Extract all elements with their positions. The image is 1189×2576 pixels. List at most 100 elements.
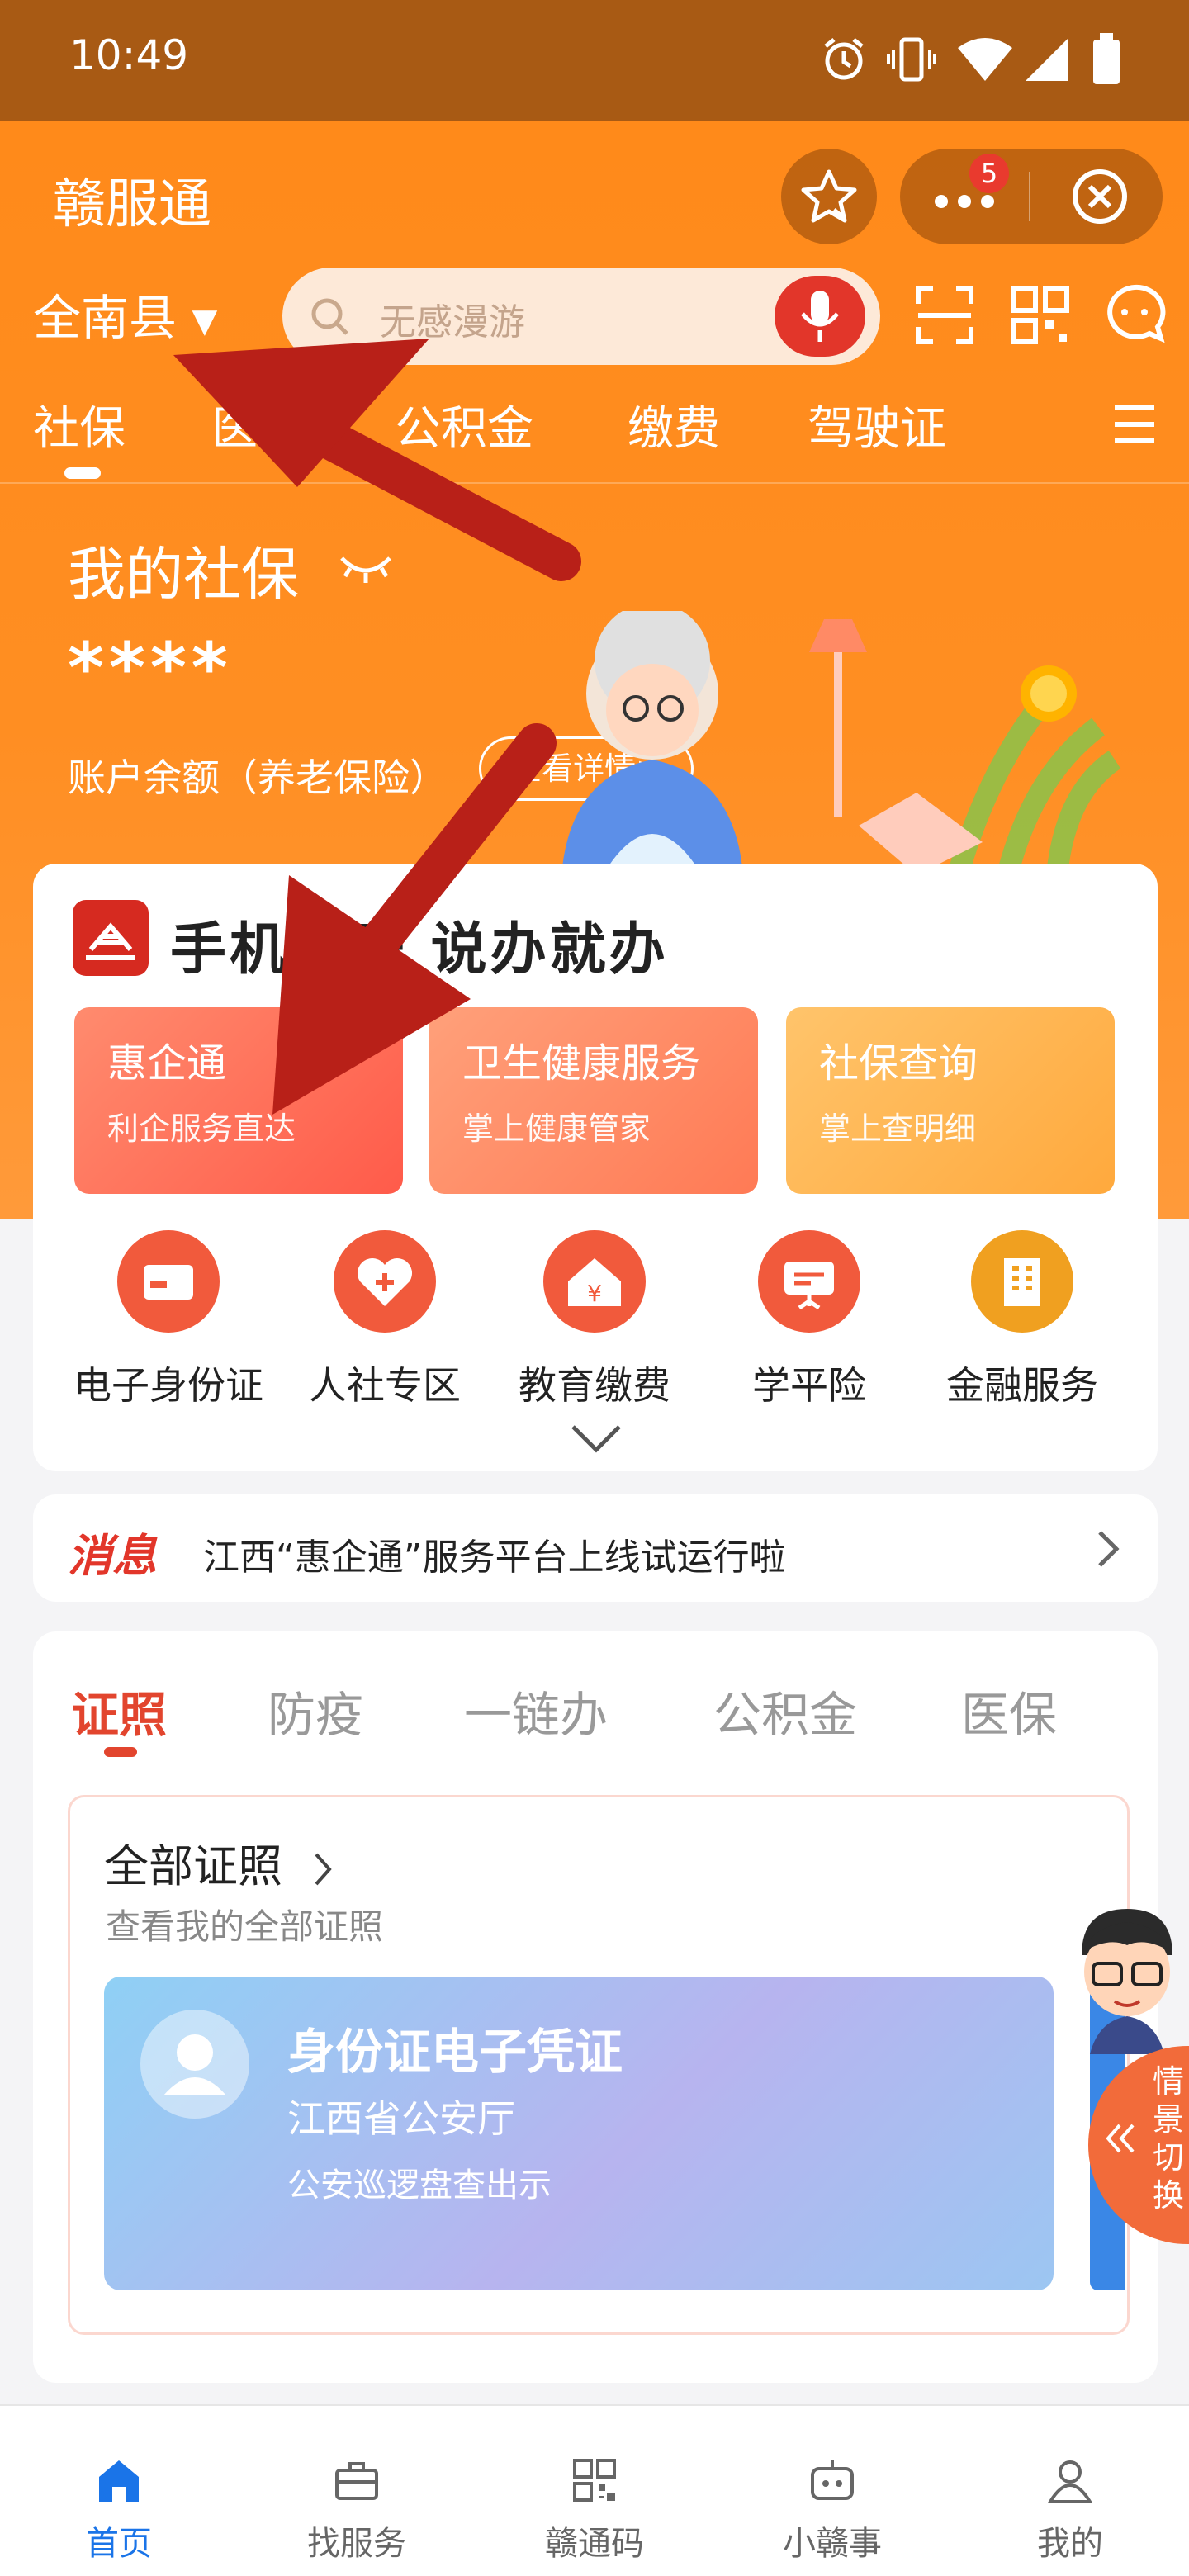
- close-icon: [1073, 169, 1127, 224]
- chat-bubble-icon: [1107, 284, 1166, 343]
- location-label: 全南县: [33, 290, 178, 346]
- gov-logo: [73, 900, 149, 976]
- microphone-icon: [801, 291, 839, 342]
- credential-issuer: 江西省公安厅: [287, 2096, 515, 2141]
- tab-medical-2[interactable]: 医保: [961, 1676, 1057, 1745]
- credential-note: 公安巡逻盘查出示: [287, 2166, 552, 2204]
- hide-eye-icon[interactable]: [339, 552, 393, 585]
- quick-item-education[interactable]: ¥ 教育缴费: [479, 1230, 710, 1410]
- nav-label: 首页: [86, 2525, 152, 2563]
- tab-one-chain[interactable]: 一链办: [464, 1676, 608, 1745]
- tab-medical-insurance[interactable]: 医保: [211, 391, 304, 458]
- search-placeholder: 无感漫游: [380, 301, 525, 343]
- robot-icon: [808, 2455, 857, 2505]
- mini-program-capsule: [900, 149, 1163, 244]
- chevron-down-icon: [571, 1425, 621, 1453]
- slogan: 手机一开 说办就办: [170, 917, 669, 983]
- building-icon: [971, 1230, 1073, 1333]
- hero-illustration: [512, 611, 1139, 875]
- status-bar: 10:49: [0, 0, 1189, 121]
- close-button[interactable]: [1070, 167, 1130, 226]
- tab-epidemic[interactable]: 防疫: [268, 1676, 363, 1745]
- notification-badge: 5: [969, 154, 1009, 193]
- service-tile-social-query[interactable]: 社保查询 掌上查明细: [786, 1007, 1115, 1194]
- nav-gantong-code[interactable]: 赣通码: [476, 2406, 713, 2576]
- briefcase-icon: [332, 2455, 381, 2505]
- double-chevron-left-icon: [1101, 2120, 1138, 2157]
- quick-item-label: 学平险: [752, 1363, 866, 1408]
- scan-button[interactable]: [915, 286, 974, 345]
- quick-item-label: 教育缴费: [519, 1363, 670, 1408]
- wifi-icon: [956, 36, 1014, 83]
- tab-housing-fund[interactable]: 公积金: [395, 391, 533, 458]
- quick-item-label: 金融服务: [946, 1363, 1098, 1408]
- id-card-credential[interactable]: 身份证电子凭证 江西省公安厅 公安巡逻盘查出示: [104, 1977, 1054, 2290]
- menu-button[interactable]: [1111, 403, 1158, 446]
- expand-button[interactable]: [570, 1422, 623, 1455]
- voice-search-button[interactable]: [775, 276, 865, 357]
- service-subtitle: 掌上查明细: [819, 1110, 977, 1147]
- credential-title: 身份证电子凭证: [287, 2024, 623, 2080]
- cert-tab-indicator: [104, 1747, 137, 1757]
- tab-divider: [0, 482, 1189, 484]
- quick-item-eid[interactable]: 电子身份证: [53, 1230, 284, 1410]
- tab-payment[interactable]: 缴费: [628, 391, 720, 458]
- bottom-navigation: 首页 找服务 赣通码 小赣事 我的: [0, 2404, 1189, 2576]
- notice-tag: 消息: [68, 1530, 157, 1582]
- star-icon: [801, 169, 857, 223]
- nav-label: 找服务: [307, 2525, 406, 2563]
- balance-masked: ****: [68, 627, 233, 708]
- yuan-house-icon: ¥: [543, 1230, 646, 1333]
- location-selector[interactable]: 全南县 ▼: [33, 279, 217, 348]
- assistant-avatar[interactable]: [1065, 1906, 1189, 2054]
- presentation-icon: [758, 1230, 860, 1333]
- favorite-button[interactable]: [781, 149, 877, 244]
- id-card-icon: [117, 1230, 220, 1333]
- qr-button[interactable]: [1011, 286, 1070, 345]
- capsule-divider: [1029, 172, 1030, 221]
- quick-item-label: 人社专区: [309, 1363, 461, 1408]
- balance-label: 账户余额（养老保险）: [68, 755, 448, 800]
- hero-title: 我的社保: [68, 541, 299, 608]
- nav-find-service[interactable]: 找服务: [238, 2406, 476, 2576]
- user-avatar-icon: [140, 2010, 249, 2119]
- quick-item-label: 电子身份证: [73, 1363, 263, 1408]
- status-time: 10:49: [69, 31, 189, 79]
- signal-icon: [1024, 36, 1070, 83]
- tab-social-security[interactable]: 社保: [33, 391, 126, 458]
- tab-active-indicator: [64, 467, 101, 479]
- svg-text:¥: ¥: [587, 1280, 602, 1307]
- chat-button[interactable]: [1103, 282, 1166, 345]
- qr-code-icon: [1011, 286, 1069, 344]
- nav-mine[interactable]: 我的: [951, 2406, 1189, 2576]
- service-subtitle: 掌上健康管家: [462, 1110, 651, 1147]
- user-icon: [1045, 2455, 1095, 2505]
- tab-driver-license[interactable]: 驾驶证: [808, 391, 946, 458]
- qr-code-icon: [570, 2455, 619, 2505]
- all-certificates-link[interactable]: 全部证照: [104, 1830, 333, 1895]
- service-title: 卫生健康服务: [462, 1040, 701, 1087]
- quick-item-hr[interactable]: 人社专区: [269, 1230, 500, 1410]
- all-certificates-title: 全部证照: [104, 1840, 282, 1892]
- chevron-right-icon: [1097, 1529, 1120, 1569]
- service-tile-health[interactable]: 卫生健康服务 掌上健康管家: [429, 1007, 758, 1194]
- hamburger-icon: [1115, 405, 1154, 443]
- quick-item-finance[interactable]: 金融服务: [907, 1230, 1138, 1410]
- nav-label: 赣通码: [545, 2525, 644, 2563]
- nav-label: 小赣事: [783, 2525, 882, 2563]
- scene-switch-label: 情景切换: [1152, 2063, 1184, 2214]
- heart-plus-icon: [334, 1230, 436, 1333]
- chevron-right-icon: [313, 1851, 333, 1887]
- service-title: 社保查询: [819, 1040, 978, 1087]
- tab-certificates[interactable]: 证照: [71, 1676, 167, 1745]
- app-title: 赣服通: [53, 174, 211, 235]
- search-icon: [307, 294, 353, 340]
- all-certificates-subtitle: 查看我的全部证照: [106, 1906, 384, 1947]
- tab-housing-fund-2[interactable]: 公积金: [713, 1676, 857, 1745]
- quick-item-student-insurance[interactable]: 学平险: [694, 1230, 925, 1410]
- nav-home[interactable]: 首页: [0, 2406, 238, 2576]
- home-icon: [94, 2455, 144, 2505]
- nav-assistant[interactable]: 小赣事: [713, 2406, 951, 2576]
- service-title: 惠企通: [107, 1040, 227, 1087]
- service-tile-huiqitong[interactable]: 惠企通 利企服务直达: [74, 1007, 403, 1194]
